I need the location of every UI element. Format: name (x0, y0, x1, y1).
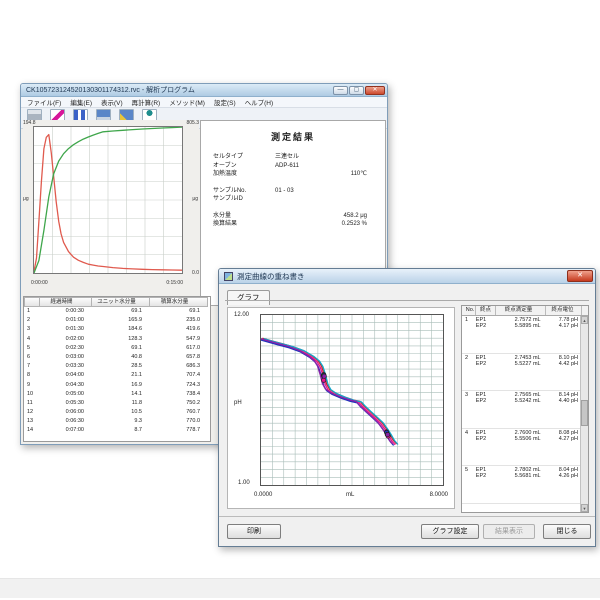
menu-item[interactable]: ファイル(F) (27, 97, 61, 107)
table-scrollbar[interactable]: ▲ ▼ (580, 316, 588, 512)
endpoint-row[interactable]: 5EP1EP22.7802 mL5.5681 mL8.04 pH4.26 pH (462, 466, 580, 504)
column-header-unit[interactable]: ユニット水分量 (92, 297, 150, 307)
table-row[interactable]: 110:05:3011.8750.2 (24, 399, 210, 408)
menu-item[interactable]: ヘルプ(H) (245, 97, 274, 107)
overlay-titlebar[interactable]: 測定曲線の重ね書き ✕ (219, 269, 595, 284)
close-icon[interactable]: ✕ (567, 270, 593, 282)
menu-item[interactable]: メソッド(M) (169, 97, 205, 107)
table-row[interactable]: 60:03:0040.8657.8 (24, 353, 210, 362)
overlay-window-title: 測定曲線の重ね書き (237, 271, 567, 282)
moisture-table: 経過時間 ユニット水分量 積算水分量 10:00:3069.169.120:01… (23, 296, 211, 442)
menu-item[interactable]: 設定(S) (214, 97, 236, 107)
maximize-icon[interactable]: ▢ (349, 86, 364, 95)
table-row[interactable]: 140:07:008.7778.7 (24, 426, 210, 435)
result-row: 加熱温度110℃ (213, 170, 373, 179)
column-header-ep[interactable]: 終点 (476, 306, 496, 315)
table-row[interactable]: 10:00:3069.169.1 (24, 307, 210, 316)
y-axis-max: 12.00 (234, 312, 249, 318)
graph-settings-button[interactable]: グラフ設定 (421, 524, 479, 539)
left-axis-unit: μg (23, 196, 29, 202)
endpoint-row[interactable]: 3EP1EP22.7565 mL5.5242 mL8.14 pH4.40 pH (462, 391, 580, 429)
titration-plot-area (260, 314, 444, 486)
scroll-up-icon[interactable]: ▲ (581, 316, 588, 324)
show-results-button: 結果表示 (483, 524, 535, 539)
x-axis-min: 0:00:00 (31, 280, 48, 286)
tab-separator (225, 300, 589, 301)
table-row[interactable]: 120:06:0010.5760.7 (24, 408, 210, 417)
analysis-titlebar[interactable]: CK105723124520130301174312.rvc - 解析プログラム… (21, 84, 387, 97)
column-header-time[interactable]: 経過時間 (40, 297, 92, 307)
menu-item[interactable]: 再計算(R) (132, 97, 161, 107)
endpoint-row[interactable]: 4EP1EP22.7600 mL5.5506 mL8.08 pH4.27 pH (462, 429, 580, 467)
result-row: 換算結果0.2523 % (213, 220, 373, 229)
y-axis-min: 1.00 (238, 480, 250, 486)
results-rows: セルタイプ三連セルオーブンADP-611加熱温度110℃ サンプルNo.01 - … (213, 153, 373, 229)
table-row[interactable]: 40:02:00128.3547.9 (24, 335, 210, 344)
endpoint-table: No. 終点 終点滴定量 終点電位 1EP1EP22.7572 mL5.5895… (461, 305, 589, 513)
endpoint-row[interactable]: 2EP1EP22.7453 mL5.5227 mL8.10 pH4.42 pH (462, 354, 580, 392)
close-button[interactable]: 閉じる (543, 524, 591, 539)
result-row: セルタイプ三連セル (213, 153, 373, 162)
scroll-down-icon[interactable]: ▼ (581, 504, 588, 512)
column-header-vol[interactable]: 終点滴定量 (496, 306, 546, 315)
table-row[interactable]: 30:01:30184.6419.6 (24, 325, 210, 334)
right-axis-max: 805.3 (186, 120, 199, 126)
scrollbar-thumb[interactable] (581, 400, 588, 426)
table-row[interactable]: 70:03:3028.5686.3 (24, 362, 210, 371)
table-row[interactable]: 130:06:309.3770.0 (24, 417, 210, 426)
close-icon[interactable]: ✕ (365, 86, 385, 95)
table-row[interactable]: 90:04:3016.9724.3 (24, 381, 210, 390)
x-axis-min: 0.0000 (254, 492, 272, 498)
x-axis-label: mL (346, 492, 354, 498)
right-axis-min: 0.0 (192, 270, 199, 276)
result-row: サンプルNo.01 - 03 (213, 187, 373, 196)
moisture-chart: 194.8 805.3 μg μg 0.0 0:00:00 0:15:00 (23, 120, 199, 294)
tab-graph[interactable]: グラフ (227, 290, 270, 305)
print-button[interactable]: 印刷 (227, 524, 281, 539)
table-row[interactable]: 50:02:3069.1617.0 (24, 344, 210, 353)
minimize-icon[interactable]: — (333, 86, 348, 95)
endpoint-table-body: 1EP1EP22.7572 mL5.5895 mL7.78 pH4.17 pH2… (462, 316, 580, 512)
x-axis-max: 0:15:00 (166, 280, 183, 286)
column-header-no[interactable] (24, 297, 40, 307)
right-axis-unit: μg (192, 196, 198, 202)
column-header-cum[interactable]: 積算水分量 (150, 297, 208, 307)
menu-bar: ファイル(F) 編集(E) 表示(V) 再計算(R) メソッド(M) 設定(S) ヘルプ(H… (21, 97, 387, 108)
menu-item[interactable]: 編集(E) (70, 97, 92, 107)
endpoint-table-header: No. 終点 終点滴定量 終点電位 (462, 306, 588, 316)
page-bottom-strip (0, 578, 600, 598)
table-row[interactable]: 100:05:0014.1738.4 (24, 390, 210, 399)
app-icon (224, 272, 233, 281)
column-header-pot[interactable]: 終点電位 (546, 306, 582, 315)
results-title: 測定結果 (201, 130, 385, 143)
table-row[interactable]: 80:04:0021.1707.4 (24, 371, 210, 380)
analysis-window-title: CK105723124520130301174312.rvc - 解析プログラム (26, 85, 333, 95)
endpoint-row[interactable]: 1EP1EP22.7572 mL5.5895 mL7.78 pH4.17 pH (462, 316, 580, 354)
result-row: サンプルID (213, 195, 373, 204)
y-axis-label: pH (234, 400, 242, 406)
table-row[interactable]: 20:01:00165.9235.0 (24, 316, 210, 325)
moisture-table-body: 10:00:3069.169.120:01:00165.9235.030:01:… (24, 307, 210, 436)
menu-item[interactable]: 表示(V) (101, 97, 123, 107)
moisture-table-header: 経過時間 ユニット水分量 積算水分量 (24, 297, 210, 307)
dialog-footer: 印刷 グラフ設定 結果表示 閉じる (219, 516, 595, 546)
result-row: オーブンADP-611 (213, 162, 373, 171)
tab-row: グラフ (219, 284, 595, 300)
page: CK105723124520130301174312.rvc - 解析プログラム… (0, 0, 600, 600)
x-axis-max: 8.0000 (430, 492, 448, 498)
moisture-plot-area (33, 126, 183, 274)
titration-graph: 12.00 1.00 pH 0.0000 mL 8.0000 (227, 307, 455, 509)
result-row: 水分量458.2 μg (213, 212, 373, 221)
column-header-no[interactable]: No. (462, 306, 476, 315)
overlay-window: 測定曲線の重ね書き ✕ グラフ 12.00 1.00 pH 0.0000 mL … (218, 268, 596, 547)
